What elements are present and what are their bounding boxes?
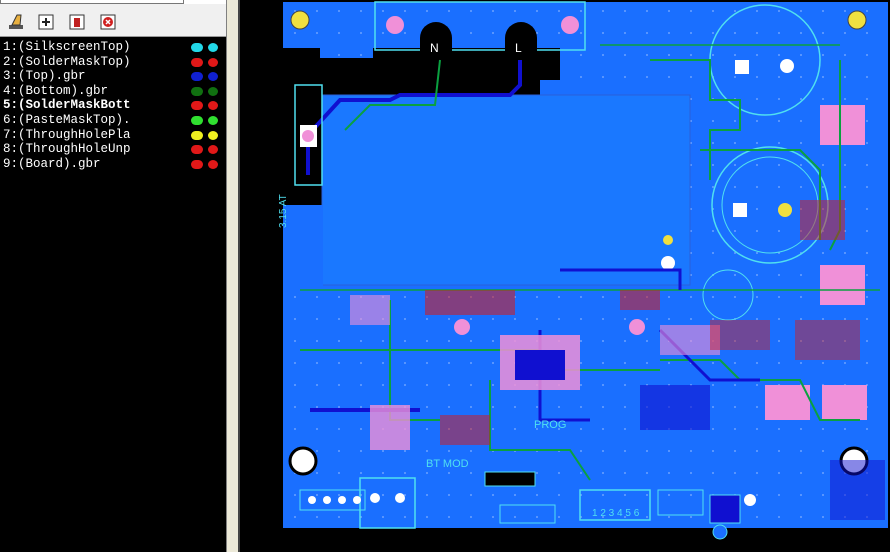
layer-label: 4:(Bottom).gbr <box>3 83 109 98</box>
digits-label: 1 2 3 4 5 6 <box>592 508 640 519</box>
layer-label: 7:(ThroughHolePla <box>3 127 131 142</box>
layer-label: 8:(ThroughHoleUnp <box>3 142 131 157</box>
layer-visibility-dot[interactable] <box>208 145 218 155</box>
eraser-icon[interactable] <box>7 12 27 32</box>
layer-row[interactable]: 5:(SolderMaskBott <box>0 98 226 113</box>
layer-visibility-dot[interactable] <box>208 130 218 140</box>
layer-visibility-dot[interactable] <box>208 72 218 82</box>
layer-visibility-dot[interactable] <box>208 57 218 67</box>
layer-color-swatch[interactable] <box>191 130 203 140</box>
layer-visibility-dot[interactable] <box>208 115 218 125</box>
prog-label: PROG <box>534 419 566 431</box>
layer-list: 1:(SilkscreenTop) 2:(SolderMaskTop) 3:(Top… <box>0 40 226 171</box>
layer-color-swatches[interactable] <box>191 159 223 169</box>
layer-row[interactable]: 4:(Bottom).gbr <box>0 84 226 99</box>
layer-visibility-dot[interactable] <box>208 86 218 96</box>
layer-color-swatch[interactable] <box>191 145 203 155</box>
layer-color-swatches[interactable] <box>191 86 223 96</box>
layer-color-swatch[interactable] <box>191 43 203 52</box>
layer-label: 1:(SilkscreenTop) <box>3 40 131 54</box>
layers-panel: 1:(SilkscreenTop) 2:(SolderMaskTop) 3:(Top… <box>0 0 226 552</box>
layer-row[interactable]: 7:(ThroughHolePla <box>0 128 226 143</box>
layer-color-swatch[interactable] <box>191 72 203 82</box>
layer-properties-icon[interactable] <box>68 12 88 32</box>
delete-layer-icon[interactable] <box>99 12 119 32</box>
selection-field[interactable] <box>0 0 184 4</box>
layer-color-swatches[interactable] <box>191 101 223 111</box>
l-label: L <box>515 41 522 55</box>
layer-row[interactable]: 3:(Top).gbr <box>0 69 226 84</box>
side-rev-label: 3.15 AT <box>278 194 289 228</box>
add-layer-icon[interactable] <box>37 12 57 32</box>
layer-label: 9:(Board).gbr <box>3 156 101 171</box>
pcb-canvas[interactable]: N L 3.15 AT BT MOD PROG 1 2 3 4 5 6 <box>240 0 890 552</box>
layer-color-swatch[interactable] <box>191 159 203 169</box>
layer-label: 5:(SolderMaskBott <box>3 98 131 113</box>
layer-label: 2:(SolderMaskTop) <box>3 54 131 69</box>
layer-row[interactable]: 6:(PasteMaskTop). <box>0 113 226 128</box>
layers-toolbar <box>0 0 226 37</box>
layer-visibility-dot[interactable] <box>208 101 218 111</box>
layer-color-swatches[interactable] <box>191 145 223 155</box>
layer-row[interactable]: 1:(SilkscreenTop) <box>0 40 226 55</box>
layer-color-swatches[interactable] <box>191 115 223 125</box>
layer-row[interactable]: 8:(ThroughHoleUnp <box>0 142 226 157</box>
panel-splitter[interactable] <box>226 0 240 552</box>
layer-color-swatch[interactable] <box>191 57 203 67</box>
layer-color-swatches[interactable] <box>191 72 223 82</box>
layer-visibility-dot[interactable] <box>208 43 218 52</box>
layer-color-swatches[interactable] <box>191 57 223 67</box>
layer-color-swatches[interactable] <box>191 43 223 52</box>
pcb-view[interactable]: N L 3.15 AT BT MOD PROG 1 2 3 4 5 6 <box>240 0 890 552</box>
layer-label: 6:(PasteMaskTop). <box>3 112 131 127</box>
top-strip <box>0 0 226 4</box>
layer-label: 3:(Top).gbr <box>3 69 86 84</box>
n-label: N <box>430 41 439 55</box>
layer-row[interactable]: 2:(SolderMaskTop) <box>0 55 226 70</box>
layer-visibility-dot[interactable] <box>208 159 218 169</box>
layer-color-swatch[interactable] <box>191 115 203 125</box>
layer-color-swatch[interactable] <box>191 86 203 96</box>
bt-mod-label: BT MOD <box>426 458 469 470</box>
layer-color-swatch[interactable] <box>191 101 203 111</box>
layer-color-swatches[interactable] <box>191 130 223 140</box>
layer-row[interactable]: 9:(Board).gbr <box>0 157 226 172</box>
